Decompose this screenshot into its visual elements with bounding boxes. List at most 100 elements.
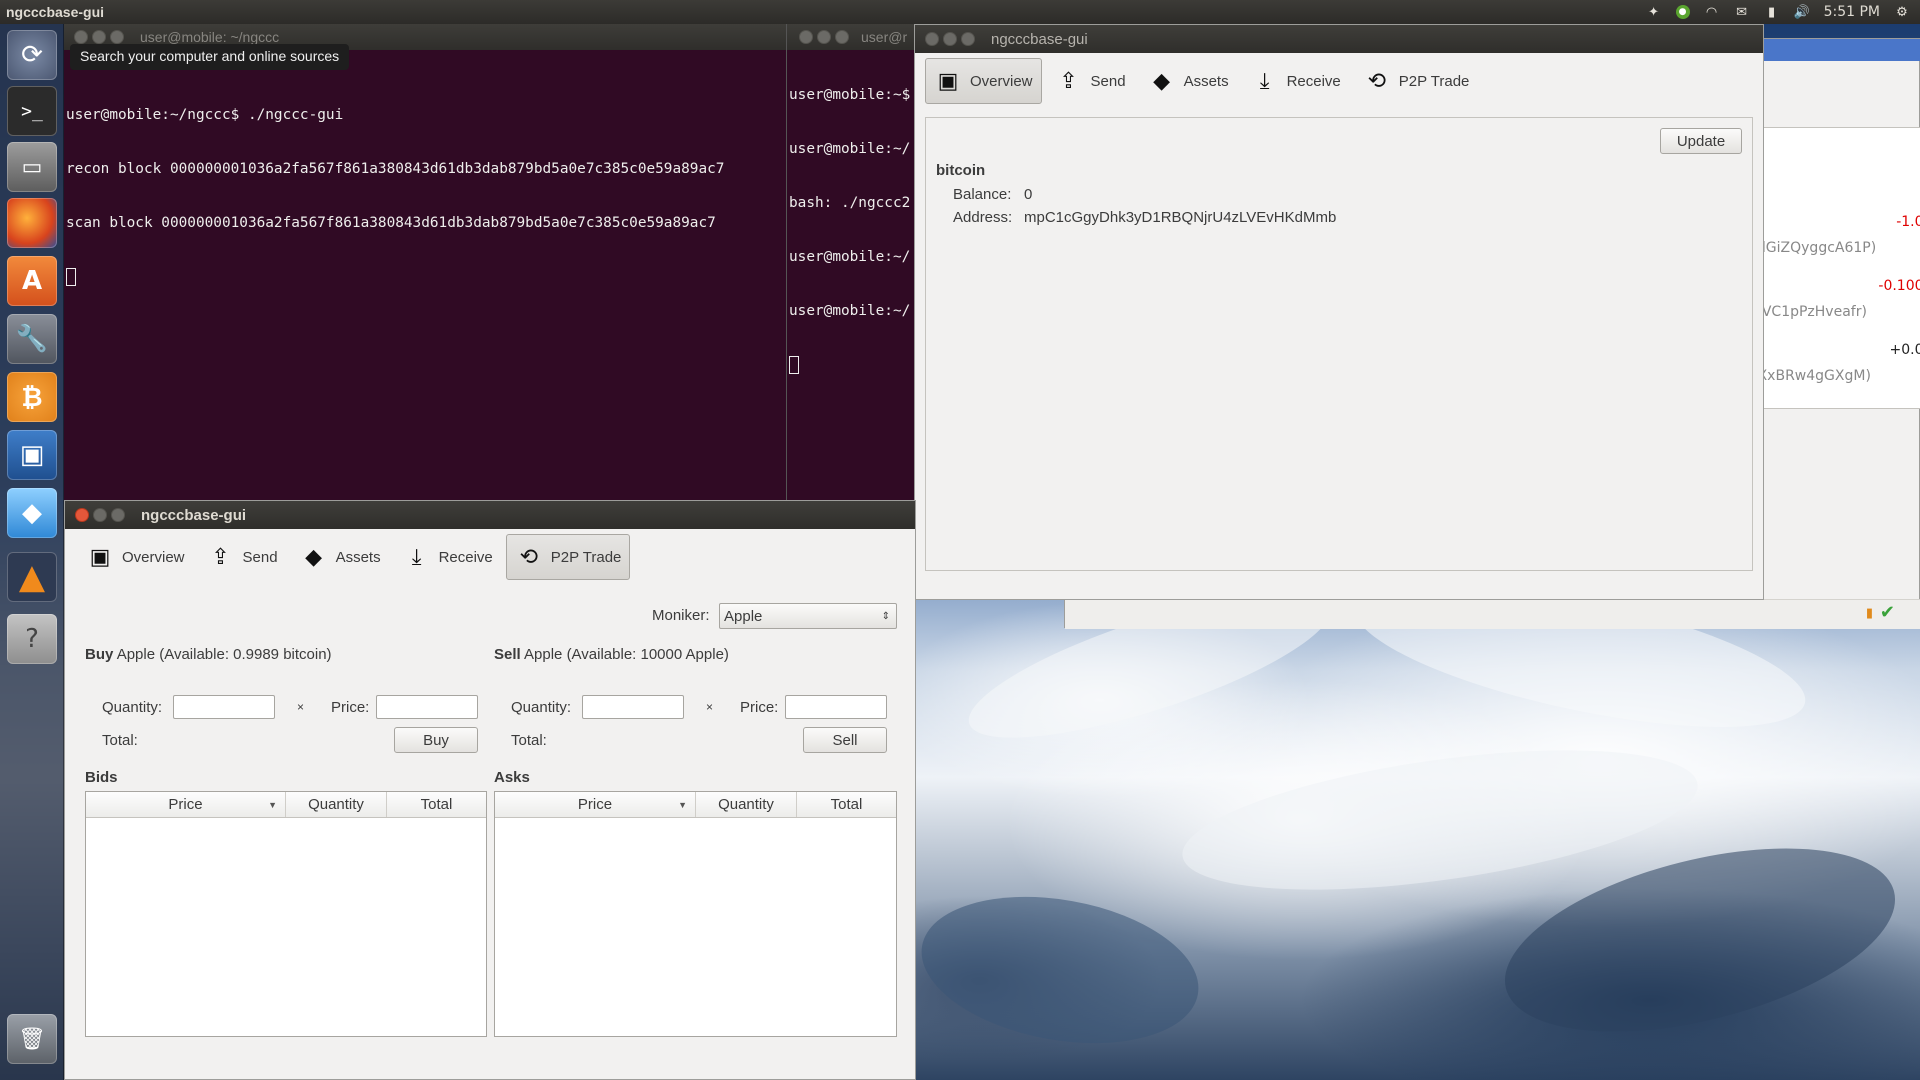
virtualbox-icon[interactable]: ▣ — [7, 430, 57, 480]
buy-quantity-label: Quantity: — [102, 699, 163, 716]
minimize-icon[interactable] — [817, 30, 831, 44]
terminal-window[interactable]: user@mobile: ~/ngccc user@mobile:~/ngccc… — [64, 24, 790, 500]
terminal-line: user@mobile:~/ — [789, 249, 911, 265]
terminal-line: scan block 000000001036a2fa567f861a38084… — [66, 215, 716, 231]
buy-total-label: Total: — [102, 732, 138, 749]
software-center-icon[interactable]: A — [7, 256, 57, 306]
tab-label: P2P Trade — [1398, 72, 1470, 90]
terminal-window-2[interactable]: user@r user@mobile:~$ user@mobile:~/ bas… — [786, 24, 914, 500]
buy-heading: Buy Apple (Available: 0.9989 bitcoin) — [85, 646, 332, 663]
asks-table[interactable]: Price ▼ Quantity Total — [494, 791, 897, 1037]
battery-icon[interactable]: ▮ — [1764, 4, 1780, 20]
maximize-icon[interactable] — [111, 508, 125, 522]
terminal-output[interactable]: user@mobile:~$ user@mobile:~/ bash: ./ng… — [787, 50, 914, 412]
tab-assets[interactable]: ◆ Assets — [291, 534, 390, 580]
tab-p2p-trade[interactable]: ⟲ P2P Trade — [1354, 58, 1479, 104]
sell-quantity-label: Quantity: — [511, 699, 572, 716]
buy-price-input[interactable] — [376, 695, 478, 719]
tab-receive[interactable]: ⤓ Receive — [394, 534, 502, 580]
sell-quantity-input[interactable] — [582, 695, 684, 719]
dropbox-tray-icon[interactable]: ✦ — [1646, 4, 1662, 20]
close-icon[interactable] — [925, 32, 939, 46]
wallet-icon: ▣ — [89, 544, 111, 569]
address-value: mpC1cGgyDhk3yD1RBQNjrU4zLVEvHKdMmb — [1024, 209, 1337, 226]
tab-receive[interactable]: ⤓ Receive — [1242, 58, 1350, 104]
sort-down-icon: ▼ — [268, 799, 277, 810]
sell-heading: Sell Apple (Available: 10000 Apple) — [494, 646, 729, 663]
bids-table[interactable]: Price ▼ Quantity Total — [85, 791, 487, 1037]
minimize-icon[interactable] — [943, 32, 957, 46]
terminal-cursor — [789, 356, 799, 374]
terminal-line: bash: ./ngccc2 — [789, 195, 911, 211]
wifi-icon[interactable]: ◠ — [1704, 4, 1720, 20]
update-tray-icon[interactable]: ● — [1675, 5, 1690, 19]
sell-button[interactable]: Sell — [803, 727, 887, 753]
tab-label: Receive — [1286, 72, 1341, 90]
gear-icon[interactable]: ⚙ — [1894, 4, 1910, 20]
close-icon[interactable] — [74, 30, 88, 44]
dropbox-icon[interactable]: ◆ — [7, 488, 57, 538]
sell-price-label: Price: — [740, 699, 779, 716]
terminal-output[interactable]: user@mobile:~/ngccc$ ./ngccc-gui recon b… — [64, 50, 790, 324]
tx-address: WVC1pPzHveafr) — [1748, 304, 1867, 320]
check-icon: ✔ — [1879, 602, 1895, 623]
mail-icon[interactable]: ✉ — [1734, 4, 1750, 20]
asks-column-quantity[interactable]: Quantity — [696, 792, 797, 817]
files-icon[interactable]: ▭ — [7, 142, 57, 192]
tab-overview[interactable]: ▣ Overview — [77, 534, 194, 580]
bitcoin-icon[interactable]: ₿ — [7, 372, 57, 422]
vlc-icon[interactable]: ▲ — [7, 552, 57, 602]
shapes-icon: ◆ — [1153, 68, 1171, 93]
asks-title: Asks — [494, 769, 530, 786]
terminal-line: user@mobile:~$ — [789, 87, 911, 103]
status-bar: ▮ ✔ — [1065, 599, 1920, 629]
asks-column-price[interactable]: Price ▼ — [495, 792, 696, 817]
bids-column-total[interactable]: Total — [387, 792, 486, 817]
volume-icon[interactable]: 🔊 — [1793, 4, 1809, 20]
tab-label: Send — [1090, 72, 1126, 90]
moniker-select[interactable]: Apple ⇕ — [719, 603, 897, 629]
exchange-icon: ⟲ — [519, 544, 538, 569]
terminal-icon[interactable]: >_ — [7, 86, 57, 136]
tab-label: Assets — [1183, 72, 1229, 90]
tab-label: Overview — [122, 548, 185, 566]
tab-p2p-trade[interactable]: ⟲ P2P Trade — [505, 534, 631, 580]
close-icon[interactable] — [75, 508, 89, 522]
top-panel: ngcccbase-gui ✦ ● ◠ ✉ ▮ 🔊 5:51 PM ⚙ — [0, 0, 1920, 24]
bids-column-quantity[interactable]: Quantity — [286, 792, 387, 817]
chevron-updown-icon: ⇕ — [881, 610, 890, 622]
clock[interactable]: 5:51 PM — [1824, 4, 1880, 20]
firefox-icon[interactable] — [7, 198, 57, 248]
update-button[interactable]: Update — [1660, 128, 1742, 154]
buy-button[interactable]: Buy — [394, 727, 478, 753]
system-tray: ✦ ● ◠ ✉ ▮ 🔊 5:51 PM ⚙ — [1646, 0, 1920, 24]
terminal-line: recon block 000000001036a2fa567f861a3808… — [66, 161, 725, 177]
asks-table-header: Price ▼ Quantity Total — [495, 792, 896, 818]
minimize-icon[interactable] — [92, 30, 106, 44]
maximize-icon[interactable] — [110, 30, 124, 44]
tab-send[interactable]: ⇪ Send — [198, 534, 287, 580]
tab-send[interactable]: ⇪ Send — [1046, 58, 1135, 104]
sell-price-input[interactable] — [785, 695, 887, 719]
moniker-label: Moniker: — [652, 607, 710, 624]
dash-icon[interactable]: ⟳ — [7, 30, 57, 80]
trash-icon[interactable]: 🗑 — [7, 1014, 57, 1064]
help-icon[interactable]: ? — [7, 614, 57, 664]
multiply-sign: × — [706, 700, 714, 714]
bids-column-price[interactable]: Price ▼ — [86, 792, 286, 817]
launcher: ⟳ >_ ▭ A 🔧 ₿ ▣ ◆ ▲ ? 🗑 — [0, 24, 64, 1080]
system-settings-icon[interactable]: 🔧 — [7, 314, 57, 364]
buy-quantity-input[interactable] — [173, 695, 275, 719]
tx-amount: +0.02 BTC — [1889, 342, 1920, 358]
tab-overview[interactable]: ▣ Overview — [925, 58, 1042, 104]
terminal-line: user@mobile:~/ — [789, 303, 911, 319]
close-icon[interactable] — [799, 30, 813, 44]
maximize-icon[interactable] — [835, 30, 849, 44]
tab-assets[interactable]: ◆ Assets — [1139, 58, 1238, 104]
trade-toolbar: ▣ Overview ⇪ Send ◆ Assets ⤓ Receive ⟲ P2P Tr… — [65, 529, 915, 585]
exchange-icon: ⟲ — [1367, 68, 1386, 93]
asks-column-total[interactable]: Total — [797, 792, 896, 817]
minimize-icon[interactable] — [93, 508, 107, 522]
maximize-icon[interactable] — [961, 32, 975, 46]
download-icon: ⤓ — [1259, 68, 1270, 93]
